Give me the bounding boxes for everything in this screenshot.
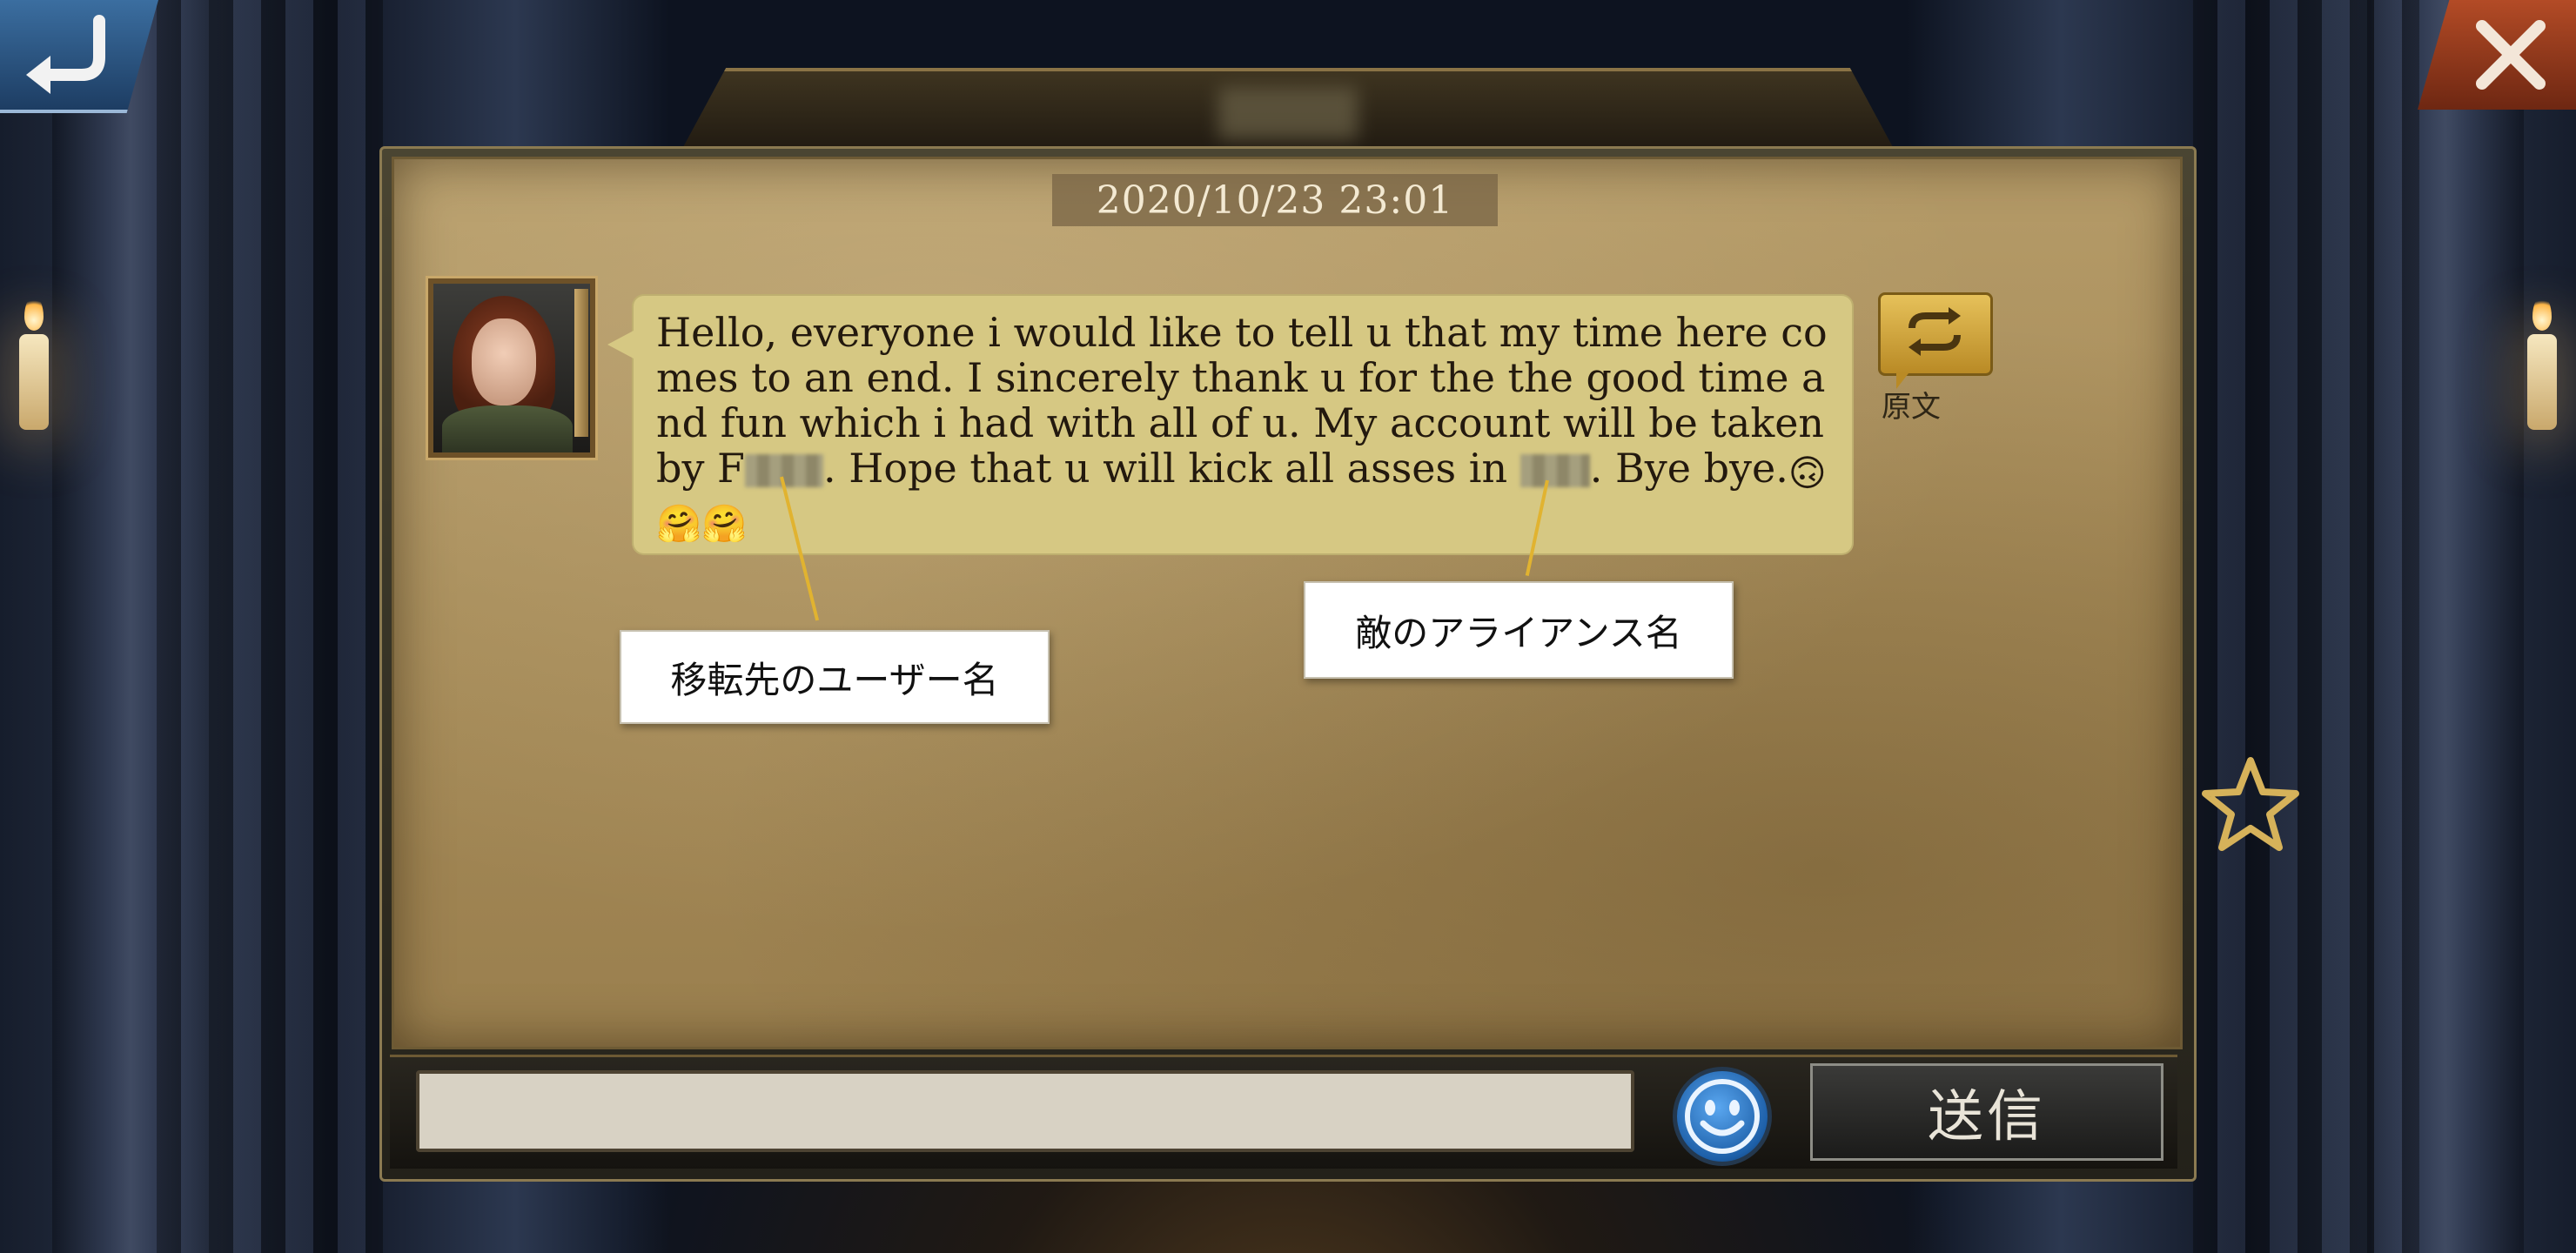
star-icon[interactable] — [2200, 755, 2301, 853]
hugging-face-emoji: 🤗 — [701, 502, 748, 545]
callout-enemy-alliance: 敵のアライアンス名 — [1304, 581, 1734, 679]
send-button[interactable]: 送信 — [1810, 1063, 2163, 1161]
message-input[interactable] — [416, 1070, 1634, 1152]
translate-swap-icon — [1909, 307, 1961, 356]
right-candle-flame — [2532, 296, 2552, 331]
message-timestamp: 2020/10/23 23:01 — [1052, 174, 1498, 226]
left-candle-flame — [24, 296, 44, 331]
upside-down-face-emoji: 🙃 — [1788, 452, 1827, 494]
message-area — [392, 157, 2183, 1049]
right-curtain — [2193, 0, 2419, 1253]
original-text-label[interactable]: 原文 — [1882, 383, 1941, 425]
redacted-alliance — [1519, 454, 1590, 487]
hugging-face-emoji: 🤗 — [656, 502, 702, 545]
left-candle — [19, 334, 49, 430]
callout-target-username: 移転先のユーザー名 — [620, 630, 1050, 724]
redacted-title — [1218, 87, 1358, 139]
translate-button[interactable] — [1878, 292, 1993, 389]
close-icon — [2476, 20, 2546, 90]
message-bubble: Hello, everyone i would like to tell u t… — [607, 294, 1854, 555]
emoji-button[interactable] — [1673, 1067, 1772, 1166]
left-curtain — [157, 0, 383, 1253]
right-candle — [2527, 334, 2557, 430]
smiley-icon — [1685, 1079, 1760, 1154]
back-arrow-icon — [26, 15, 105, 94]
sender-avatar[interactable] — [426, 276, 598, 460]
message-text: Hello, everyone i would like to tell u t… — [656, 309, 1828, 545]
